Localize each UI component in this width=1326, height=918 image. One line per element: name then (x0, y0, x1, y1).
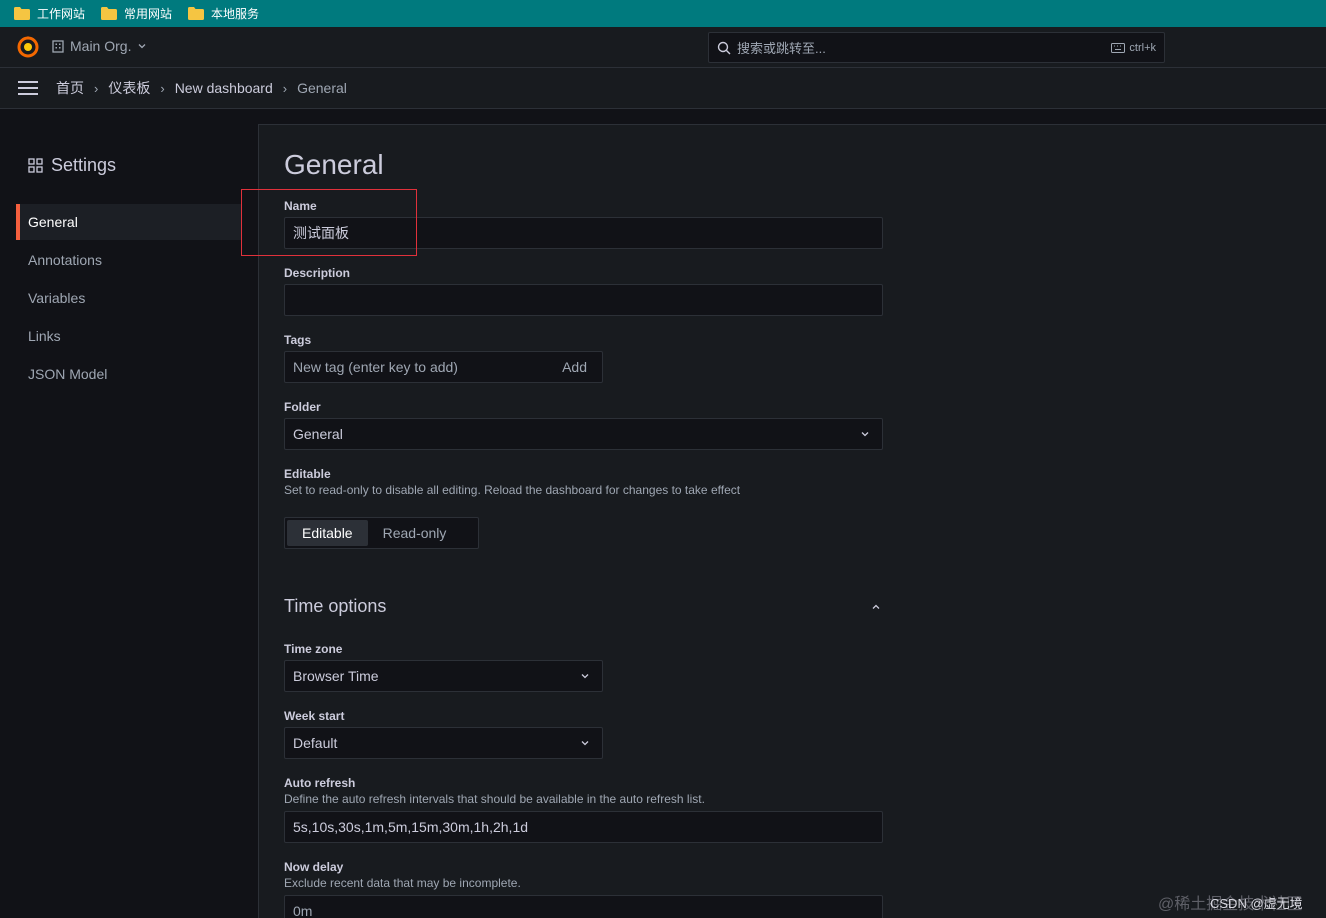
time-options-title: Time options (284, 596, 387, 616)
chevron-right-icon: › (94, 80, 99, 96)
editable-option[interactable]: Editable (287, 520, 368, 546)
folder-label: Folder (284, 400, 321, 414)
chevron-right-icon: › (282, 80, 288, 96)
menu-icon[interactable] (18, 81, 38, 95)
settings-title: Settings (28, 155, 116, 176)
keyboard-icon (1111, 42, 1126, 53)
search-placeholder: 搜索或跳转至... (737, 41, 826, 56)
timezone-value: Browser Time (293, 668, 379, 684)
folder-select[interactable]: General (284, 418, 883, 450)
week-start-value: Default (293, 735, 338, 751)
chevron-down-icon (139, 44, 146, 49)
tags-input[interactable]: New tag (enter key to add) Add (284, 351, 603, 383)
sidebar-item-annotations[interactable]: Annotations (16, 242, 242, 278)
bookmarks-bar: 工作网站 常用网站 本地服务 (0, 0, 1326, 27)
bookmark-label: 本地服务 (211, 7, 260, 21)
editable-radio-group: Editable Read-only (284, 517, 479, 549)
breadcrumb-bar: 首页 › 仪表板 › New dashboard › General (0, 68, 1326, 109)
sidebar-item-variables[interactable]: Variables (16, 280, 242, 316)
chevron-right-icon: › (160, 80, 165, 96)
settings-sidebar: Settings General Annotations Variables L… (0, 109, 258, 918)
sidebar-item-json-model[interactable]: JSON Model (16, 356, 242, 392)
settings-main-panel: General Name 测试面板 Description Tags New t… (258, 124, 1326, 918)
auto-refresh-label: Auto refresh (284, 776, 356, 790)
chevron-down-icon (861, 432, 869, 437)
week-start-label: Week start (284, 709, 345, 723)
timezone-label: Time zone (284, 642, 343, 656)
bookmark-label: 常用网站 (124, 7, 173, 21)
org-switcher[interactable]: Main Org. (52, 38, 147, 54)
name-value: 测试面板 (293, 225, 349, 241)
search-icon (717, 41, 731, 54)
tags-placeholder: New tag (enter key to add) (293, 359, 458, 375)
bookmark-local-services[interactable]: 本地服务 (188, 5, 259, 22)
now-delay-label: Now delay (284, 860, 344, 874)
now-delay-input[interactable]: 0m (284, 895, 883, 918)
folder-icon (14, 7, 30, 20)
watermark-overlay: CSDN @虚无境 (1210, 896, 1303, 911)
now-delay-description: Exclude recent data that may be incomple… (284, 876, 521, 890)
breadcrumb-current: General (297, 80, 347, 96)
search-bar[interactable]: 搜索或跳转至... ctrl+k (708, 32, 1165, 63)
top-navbar: Main Org. 搜索或跳转至... ctrl+k (0, 27, 1326, 68)
breadcrumb-home[interactable]: 首页 (56, 78, 84, 98)
folder-icon (188, 7, 205, 20)
sidebar-item-links[interactable]: Links (16, 318, 242, 354)
editable-label: Editable (284, 467, 331, 481)
timezone-select[interactable]: Browser Time (284, 660, 603, 692)
name-input[interactable]: 测试面板 (284, 217, 883, 249)
tags-label: Tags (284, 333, 312, 347)
breadcrumb-new-dashboard[interactable]: New dashboard (175, 80, 273, 96)
name-label: Name (284, 199, 317, 213)
bookmark-label: 工作网站 (37, 7, 86, 21)
week-start-select[interactable]: Default (284, 727, 603, 759)
grafana-logo-icon[interactable] (16, 35, 40, 59)
shortcut-text: ctrl+k (1129, 41, 1156, 54)
add-tag-button[interactable]: Add (562, 359, 587, 375)
now-delay-placeholder: 0m (293, 903, 313, 918)
building-icon (52, 39, 64, 53)
page-title: General (284, 149, 384, 180)
org-name: Main Org. (70, 38, 132, 54)
search-shortcut: ctrl+k (1111, 42, 1156, 54)
chevron-down-icon (581, 741, 589, 746)
editable-description: Set to read-only to disable all editing.… (284, 483, 741, 497)
sidebar-item-general[interactable]: General (16, 204, 242, 240)
description-input[interactable] (284, 284, 883, 316)
read-only-option[interactable]: Read-only (368, 520, 462, 546)
chevron-down-icon (581, 674, 589, 679)
auto-refresh-input[interactable]: 5s,10s,30s,1m,5m,15m,30m,1h,2h,1d (284, 811, 883, 843)
bookmark-common-sites[interactable]: 常用网站 (101, 5, 172, 22)
settings-title-text: Settings (51, 155, 117, 175)
auto-refresh-description: Define the auto refresh intervals that s… (284, 792, 705, 806)
folder-value: General (293, 426, 343, 442)
auto-refresh-value: 5s,10s,30s,1m,5m,15m,30m,1h,2h,1d (293, 819, 529, 835)
folder-icon (101, 7, 118, 20)
bookmark-work-sites[interactable]: 工作网站 (14, 5, 85, 22)
chevron-up-icon[interactable] (870, 601, 882, 613)
apps-icon (28, 158, 43, 173)
description-label: Description (284, 266, 351, 280)
breadcrumb-dashboards[interactable]: 仪表板 (108, 78, 150, 98)
